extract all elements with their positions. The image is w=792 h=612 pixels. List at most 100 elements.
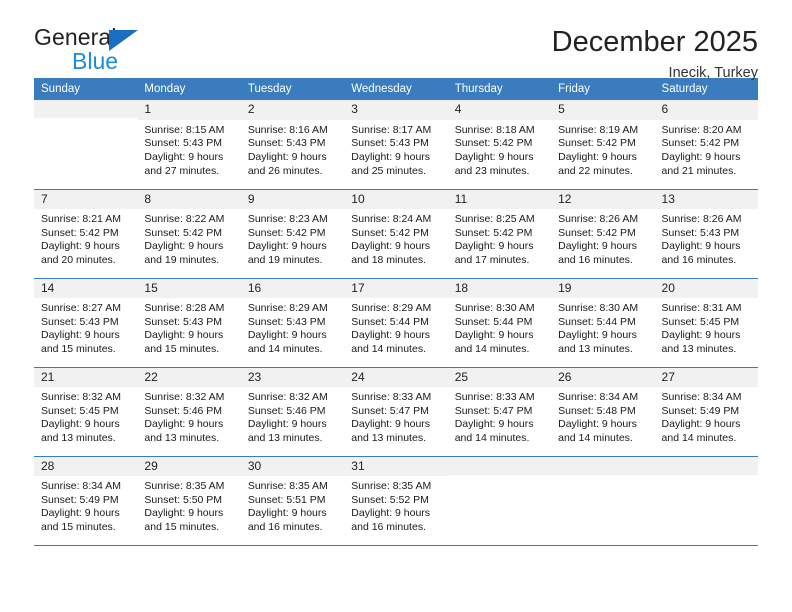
calendar-day-cell[interactable]: 27 Sunrise: 8:34 AM Sunset: 5:49 PM Dayligh… [654,367,758,457]
sunrise-time: Sunrise: 8:30 AM [558,302,639,315]
day-details: Sunrise: 8:32 AM Sunset: 5:46 PM Daylight:… [241,387,344,445]
calendar-day-cell[interactable]: 19 Sunrise: 8:30 AM Sunset: 5:44 PM Dayligh… [551,278,655,368]
day-details: Sunrise: 8:28 AM Sunset: 5:43 PM Daylight:… [137,298,240,356]
calendar-day-cell[interactable]: 1 Sunrise: 8:15 AM Sunset: 5:43 PM Daylight… [137,100,241,190]
daylight-duration-line1: Daylight: 9 hours [144,329,224,342]
calendar-day-cell[interactable]: 6 Sunrise: 8:20 AM Sunset: 5:42 PM Daylight… [654,100,758,190]
calendar-day-cell[interactable]: 12 Sunrise: 8:26 AM Sunset: 5:42 PM Dayligh… [551,189,655,279]
sunrise-time: Sunrise: 8:25 AM [454,213,535,226]
day-number: 6 [654,100,758,120]
calendar-day-cell[interactable]: 9 Sunrise: 8:23 AM Sunset: 5:42 PM Daylight… [240,189,345,279]
daylight-duration-line1: Daylight: 9 hours [454,418,534,431]
day-details: Sunrise: 8:26 AM Sunset: 5:43 PM Daylight:… [655,209,758,267]
sunset-time: Sunset: 5:49 PM [661,404,740,417]
calendar-day-cell[interactable]: 4 Sunrise: 8:18 AM Sunset: 5:42 PM Daylight… [447,100,552,190]
sunset-time: Sunset: 5:51 PM [247,493,326,506]
calendar-day-cell[interactable]: 7 Sunrise: 8:21 AM Sunset: 5:42 PM Daylight… [34,189,138,279]
sunrise-time: Sunrise: 8:23 AM [247,213,328,226]
day-number: 11 [447,189,552,210]
daylight-duration-line1: Daylight: 9 hours [41,507,120,520]
calendar-day-cell[interactable]: 20 Sunrise: 8:31 AM Sunset: 5:45 PM Dayligh… [654,278,758,368]
daylight-duration-line1: Daylight: 9 hours [247,240,327,253]
calendar-day-cell[interactable]: 22 Sunrise: 8:32 AM Sunset: 5:46 PM Dayligh… [137,367,241,457]
daylight-duration-line1: Daylight: 9 hours [558,329,637,342]
daylight-duration-line1: Daylight: 9 hours [454,329,534,342]
day-cell-inner: 20 Sunrise: 8:31 AM Sunset: 5:45 PM Dayligh… [654,278,758,367]
sunrise-time: Sunrise: 8:30 AM [454,302,535,315]
daylight-duration-line2: and 15 minutes. [144,521,220,534]
sunset-time: Sunset: 5:42 PM [247,226,326,239]
sunset-time: Sunset: 5:46 PM [144,404,223,417]
day-number [34,100,138,118]
day-details: Sunrise: 8:21 AM Sunset: 5:42 PM Daylight:… [34,209,137,267]
calendar-day-cell[interactable]: 26 Sunrise: 8:34 AM Sunset: 5:48 PM Dayligh… [551,367,655,457]
calendar-day-cell[interactable]: 3 Sunrise: 8:17 AM Sunset: 5:43 PM Daylight… [344,100,448,190]
day-number: 17 [344,278,448,299]
daylight-duration-line1: Daylight: 9 hours [661,150,741,163]
day-cell-inner: 3 Sunrise: 8:17 AM Sunset: 5:43 PM Daylight… [344,100,448,189]
calendar-day-cell[interactable]: 24 Sunrise: 8:33 AM Sunset: 5:47 PM Dayligh… [344,367,448,457]
calendar-day-cell[interactable]: 2 Sunrise: 8:16 AM Sunset: 5:43 PM Daylight… [240,100,345,190]
sunset-time: Sunset: 5:43 PM [247,137,326,150]
daylight-duration-line1: Daylight: 9 hours [351,240,431,253]
daylight-duration-line2: and 25 minutes. [351,164,426,177]
daylight-duration-line2: and 16 minutes. [661,254,737,267]
day-details: Sunrise: 8:29 AM Sunset: 5:43 PM Daylight:… [241,298,344,356]
daylight-duration-line1: Daylight: 9 hours [247,150,327,163]
daylight-duration-line2: and 15 minutes. [41,521,116,534]
day-cell-inner [551,456,655,545]
sunrise-time: Sunrise: 8:34 AM [41,480,121,493]
calendar-day-cell[interactable]: 21 Sunrise: 8:32 AM Sunset: 5:45 PM Dayligh… [34,367,138,457]
sunset-time: Sunset: 5:48 PM [558,404,636,417]
daylight-duration-line1: Daylight: 9 hours [351,150,431,163]
calendar-day-cell[interactable]: 16 Sunrise: 8:29 AM Sunset: 5:43 PM Dayligh… [240,278,345,368]
daylight-duration-line2: and 13 minutes. [661,343,737,356]
generalblue-logo[interactable]: General Blue [34,26,214,78]
daylight-duration-line2: and 20 minutes. [41,254,116,267]
day-details: Sunrise: 8:33 AM Sunset: 5:47 PM Daylight:… [448,387,551,445]
day-cell-inner: 30 Sunrise: 8:35 AM Sunset: 5:51 PM Dayligh… [240,456,345,545]
calendar-day-cell[interactable]: 13 Sunrise: 8:26 AM Sunset: 5:43 PM Dayligh… [654,189,758,279]
sunrise-time: Sunrise: 8:35 AM [247,480,328,493]
sunset-time: Sunset: 5:42 PM [661,137,740,150]
calendar-day-cell[interactable]: 17 Sunrise: 8:29 AM Sunset: 5:44 PM Dayligh… [344,278,448,368]
sunrise-time: Sunrise: 8:32 AM [41,391,121,404]
calendar-day-cell[interactable]: 8 Sunrise: 8:22 AM Sunset: 5:42 PM Daylight… [137,189,241,279]
sunset-time: Sunset: 5:43 PM [247,315,326,328]
calendar-day-cell[interactable]: 30 Sunrise: 8:35 AM Sunset: 5:51 PM Dayligh… [240,456,345,546]
day-cell-inner: 31 Sunrise: 8:35 AM Sunset: 5:52 PM Dayligh… [344,456,448,545]
day-details: Sunrise: 8:32 AM Sunset: 5:45 PM Daylight:… [34,387,137,445]
calendar-day-cell[interactable]: 29 Sunrise: 8:35 AM Sunset: 5:50 PM Dayligh… [137,456,241,546]
day-details: Sunrise: 8:27 AM Sunset: 5:43 PM Daylight:… [34,298,137,356]
calendar-day-cell[interactable]: 15 Sunrise: 8:28 AM Sunset: 5:43 PM Dayligh… [137,278,241,368]
day-details: Sunrise: 8:17 AM Sunset: 5:43 PM Daylight:… [344,120,447,178]
daylight-duration-line2: and 17 minutes. [454,254,530,267]
day-details: Sunrise: 8:24 AM Sunset: 5:42 PM Daylight:… [344,209,447,267]
day-number: 22 [137,367,241,388]
sunrise-time: Sunrise: 8:16 AM [247,123,328,136]
day-number: 13 [654,189,758,210]
calendar-day-cell[interactable]: 18 Sunrise: 8:30 AM Sunset: 5:44 PM Dayligh… [447,278,552,368]
sunrise-time: Sunrise: 8:34 AM [661,391,742,404]
calendar-day-cell[interactable]: 28 Sunrise: 8:34 AM Sunset: 5:49 PM Dayligh… [34,456,138,546]
daylight-duration-line2: and 16 minutes. [558,254,633,267]
calendar-day-cell[interactable]: 11 Sunrise: 8:25 AM Sunset: 5:42 PM Dayligh… [447,189,552,279]
sunrise-time: Sunrise: 8:17 AM [351,123,432,136]
calendar-day-cell[interactable]: 5 Sunrise: 8:19 AM Sunset: 5:42 PM Daylight… [551,100,655,190]
day-cell-inner: 7 Sunrise: 8:21 AM Sunset: 5:42 PM Daylight… [34,189,138,278]
day-cell-inner: 22 Sunrise: 8:32 AM Sunset: 5:46 PM Dayligh… [137,367,241,456]
weekday-header-sunday: Sunday [34,78,138,100]
day-details: Sunrise: 8:33 AM Sunset: 5:47 PM Daylight:… [344,387,447,445]
calendar-day-cell[interactable]: 23 Sunrise: 8:32 AM Sunset: 5:46 PM Dayligh… [240,367,345,457]
calendar-day-cell[interactable]: 14 Sunrise: 8:27 AM Sunset: 5:43 PM Dayligh… [34,278,138,368]
calendar-day-cell[interactable]: 10 Sunrise: 8:24 AM Sunset: 5:42 PM Dayligh… [344,189,448,279]
calendar-day-cell[interactable]: 25 Sunrise: 8:33 AM Sunset: 5:47 PM Dayligh… [447,367,552,457]
calendar-day-cell[interactable]: 31 Sunrise: 8:35 AM Sunset: 5:52 PM Dayligh… [344,456,448,546]
day-cell-inner: 18 Sunrise: 8:30 AM Sunset: 5:44 PM Dayligh… [447,278,552,367]
day-cell-inner: 15 Sunrise: 8:28 AM Sunset: 5:43 PM Dayligh… [137,278,241,367]
day-details: Sunrise: 8:34 AM Sunset: 5:49 PM Daylight:… [34,476,137,534]
calendar-day-cell-empty [447,456,552,546]
sunrise-time: Sunrise: 8:35 AM [351,480,432,493]
daylight-duration-line2: and 16 minutes. [247,521,323,534]
sunrise-time: Sunrise: 8:27 AM [41,302,121,315]
